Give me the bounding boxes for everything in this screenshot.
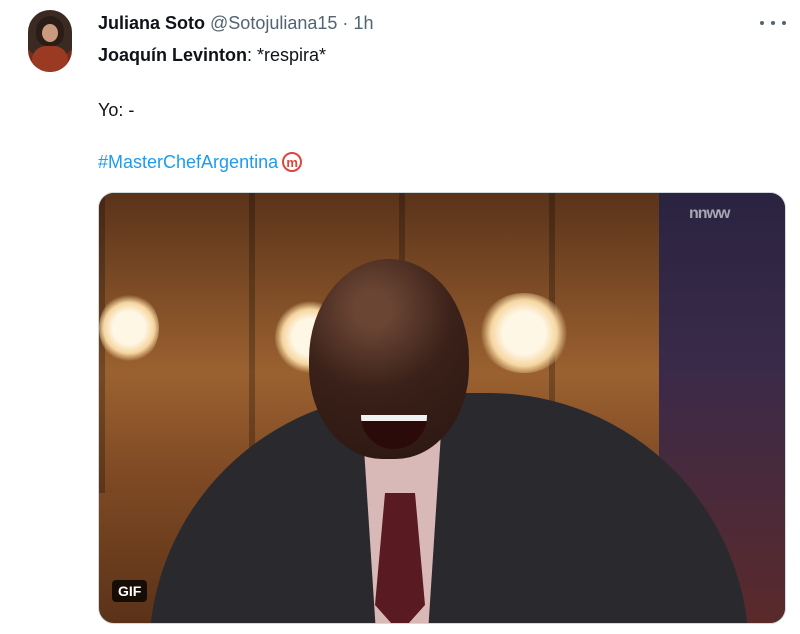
author-handle[interactable]: @Sotojuliana15 xyxy=(210,13,337,33)
avatar-body xyxy=(32,46,68,72)
author-avatar[interactable] xyxy=(28,10,72,72)
more-dot xyxy=(782,21,786,25)
tweet-text-line-2: Yo: - xyxy=(98,100,135,120)
hashtag-link[interactable]: #MasterChefArgentina xyxy=(98,151,278,173)
tweet-timestamp[interactable]: 1h xyxy=(353,13,373,33)
more-dot xyxy=(760,21,764,25)
masterchef-m-icon xyxy=(282,152,303,174)
studio-light xyxy=(479,293,569,373)
gif-badge: GIF xyxy=(112,580,148,602)
gif-media[interactable]: nnww xyxy=(98,192,786,624)
tweet-header: Juliana Soto @Sotojuliana15 · 1h xyxy=(98,12,373,34)
more-options-icon[interactable] xyxy=(760,14,786,32)
more-dot xyxy=(771,21,775,25)
author-name[interactable]: Juliana Soto xyxy=(98,13,205,33)
network-watermark: nnww xyxy=(689,205,730,222)
header-separator: · xyxy=(342,13,349,33)
tweet-hashtag-line: #MasterChefArgentina xyxy=(98,151,303,174)
line1-text: : *respira* xyxy=(247,45,327,65)
tweet-text-line-1: Joaquín Levinton: *respira* xyxy=(98,44,326,66)
avatar-face xyxy=(42,24,58,42)
studio-light xyxy=(99,293,159,363)
mentioned-name: Joaquín Levinton xyxy=(98,45,248,65)
